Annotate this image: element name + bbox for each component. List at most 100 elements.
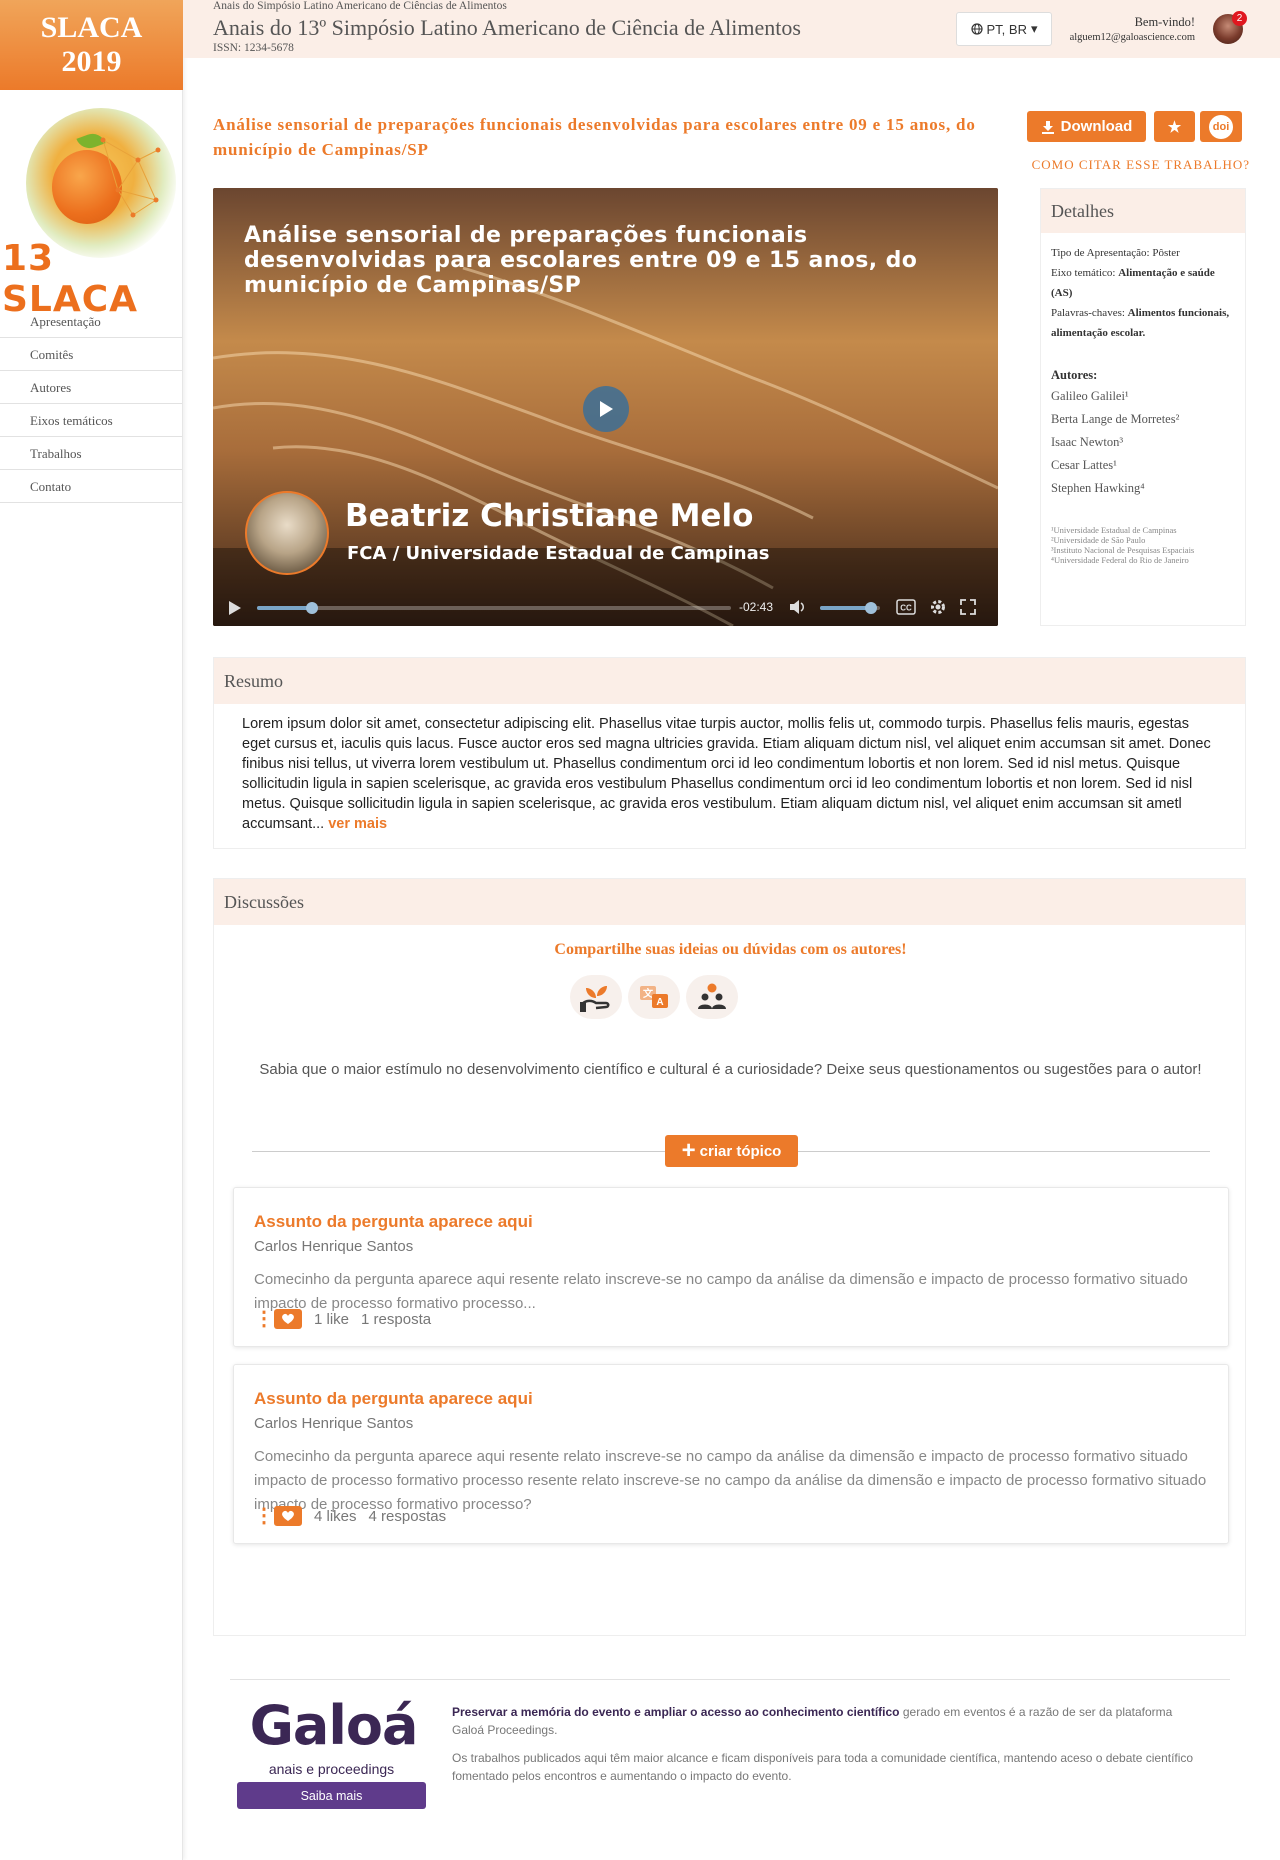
- footer-text: Preservar a memória do evento e ampliar …: [452, 1703, 1200, 1795]
- presenter-institution: FCA / Universidade Estadual de Campinas: [347, 543, 770, 564]
- heart-icon: [282, 1510, 294, 1521]
- translate-chat-icon: 文A: [628, 975, 680, 1019]
- topic-meta: ⋮ 4 likes 4 respostas: [254, 1506, 446, 1526]
- affiliation-item: ²Universidade de São Paulo: [1051, 535, 1146, 545]
- volume-handle[interactable]: [865, 602, 877, 614]
- favorite-button[interactable]: ★: [1154, 111, 1195, 142]
- author-item[interactable]: Cesar Lattes¹: [1051, 454, 1235, 477]
- affiliation-item: ⁴Universidade Federal do Rio de Janeiro: [1051, 555, 1189, 565]
- author-item[interactable]: Berta Lange de Morretes²: [1051, 408, 1235, 431]
- svg-text:A: A: [656, 997, 663, 1008]
- topic-subject[interactable]: Assunto da pergunta aparece aqui: [254, 1212, 533, 1232]
- sidebar-item-trabalhos[interactable]: Trabalhos: [0, 437, 182, 470]
- authors-label: Autores:: [1051, 368, 1098, 382]
- learn-more-button[interactable]: Saiba mais: [237, 1782, 426, 1809]
- volume-fill: [820, 606, 871, 610]
- discussions-intro: Sabia que o maior estímulo no desenvolvi…: [259, 1061, 1202, 1078]
- progress-handle[interactable]: [305, 602, 318, 614]
- author-item[interactable]: Stephen Hawking⁴: [1051, 477, 1235, 500]
- play-button[interactable]: [583, 386, 629, 432]
- download-button[interactable]: Download: [1027, 111, 1146, 142]
- cite-link[interactable]: COMO CITAR ESSE TRABALHO?: [1022, 157, 1250, 173]
- doi-button[interactable]: doi: [1200, 111, 1242, 142]
- user-email: alguem12@galoascience.com: [1069, 32, 1195, 43]
- sidebar-item-autores[interactable]: Autores: [0, 371, 182, 404]
- more-options-icon[interactable]: ⋮: [254, 1309, 274, 1329]
- presenter-photo: [245, 491, 329, 575]
- topic-subject[interactable]: Assunto da pergunta aparece aqui: [254, 1389, 533, 1409]
- discussions-prompt: Compartilhe suas ideias ou dúvidas com o…: [554, 941, 907, 958]
- sidebar: SLACA 2019 13 SLACA Apresentação Comitês…: [0, 0, 183, 1860]
- affiliations: ¹Universidade Estadual de Campinas ²Univ…: [1051, 525, 1235, 565]
- proceedings-title[interactable]: Anais do 13º Simpósio Latino Americano d…: [213, 15, 801, 41]
- affiliation-item: ¹Universidade Estadual de Campinas: [1051, 525, 1177, 535]
- create-topic-label: criar tópico: [699, 1142, 782, 1160]
- thematic-axis: Eixo temático: Alimentação e saúde (AS): [1051, 263, 1235, 303]
- abstract-text: Lorem ipsum dolor sit amet, consectetur …: [214, 704, 1245, 834]
- replies-count[interactable]: 4 respostas: [369, 1508, 447, 1525]
- play-icon[interactable]: [228, 600, 242, 616]
- gear-icon[interactable]: [929, 598, 947, 616]
- idea-plant-icon: [570, 975, 622, 1019]
- thematic-axis-label: Eixo temático:: [1051, 267, 1116, 279]
- like-button[interactable]: [274, 1506, 302, 1526]
- keywords: Palavras-chaves: Alimentos funcionais, a…: [1051, 303, 1235, 343]
- captions-icon[interactable]: CC: [896, 599, 916, 615]
- download-label: Download: [1060, 118, 1133, 135]
- progress-fill: [257, 606, 312, 610]
- presentation-type-label: Tipo de Apresentação:: [1051, 247, 1150, 259]
- topic-meta: ⋮ 1 like 1 resposta: [254, 1309, 431, 1329]
- video-player[interactable]: Análise sensorial de preparações funcion…: [213, 188, 998, 626]
- discussions-heading: Discussões: [214, 879, 1245, 925]
- galoa-brand: Galoá: [249, 1694, 419, 1757]
- welcome-text: Bem-vindo!: [1134, 15, 1195, 29]
- video-controls: -02:43 CC: [213, 588, 998, 626]
- topic-card[interactable]: Assunto da pergunta aparece aqui Carlos …: [233, 1187, 1229, 1347]
- galoa-subtitle: anais e proceedings: [268, 1761, 395, 1777]
- author-item[interactable]: Galileo Galilei¹: [1051, 385, 1235, 408]
- sidebar-item-comites[interactable]: Comitês: [0, 338, 182, 371]
- replies-count[interactable]: 1 resposta: [361, 1311, 431, 1328]
- user-greeting[interactable]: Bem-vindo! alguem12@galoascience.com: [1063, 14, 1195, 46]
- svg-text:CC: CC: [900, 604, 912, 613]
- sidebar-item-eixos[interactable]: Eixos temáticos: [0, 404, 182, 437]
- issn-text: ISSN: 1234-5678: [213, 42, 294, 54]
- volume-slider[interactable]: [820, 602, 880, 614]
- progress-bar[interactable]: [257, 602, 731, 614]
- details-panel: Detalhes Tipo de Apresentação: Pôster Ei…: [1040, 188, 1246, 626]
- event-brand[interactable]: SLACA 2019: [0, 0, 183, 90]
- language-label: PT, BR: [986, 21, 1027, 37]
- top-header: Anais do Simpósio Latino Americano de Ci…: [183, 0, 1280, 58]
- like-button[interactable]: [274, 1309, 302, 1329]
- read-more-link[interactable]: ver mais: [328, 816, 387, 832]
- brand-line-1: SLACA: [40, 11, 143, 44]
- heart-icon: [282, 1313, 294, 1324]
- keywords-label: Palavras-chaves:: [1051, 307, 1125, 319]
- video-title: Análise sensorial de preparações funcion…: [244, 223, 918, 298]
- network-icon: [100, 137, 161, 218]
- details-body: Tipo de Apresentação: Pôster Eixo temáti…: [1041, 233, 1245, 565]
- time-remaining: -02:43: [739, 600, 774, 614]
- notification-badge[interactable]: 2: [1232, 11, 1247, 26]
- galoa-logo: Galoá anais e proceedings Saiba mais: [237, 1694, 426, 1809]
- brand-line-2: 2019: [61, 45, 122, 78]
- discussions-section: Discussões Compartilhe suas ideias ou dú…: [213, 878, 1246, 1636]
- footer-highlight: Preservar a memória do evento e ampliar …: [452, 1705, 900, 1719]
- footer-paragraph-1: Preservar a memória do evento e ampliar …: [452, 1703, 1200, 1739]
- play-icon: [600, 401, 613, 417]
- footer-paragraph-2: Os trabalhos publicados aqui têm maior a…: [452, 1751, 1194, 1783]
- sidebar-item-contato[interactable]: Contato: [0, 470, 182, 503]
- language-selector[interactable]: PT, BR ▾: [956, 12, 1052, 46]
- doi-icon: doi: [1209, 114, 1233, 139]
- fullscreen-icon[interactable]: [960, 599, 976, 615]
- topic-card[interactable]: Assunto da pergunta aparece aqui Carlos …: [233, 1364, 1229, 1544]
- volume-icon[interactable]: [789, 599, 807, 615]
- caret-down-icon: ▾: [1030, 21, 1038, 36]
- likes-count: 4 likes: [314, 1507, 357, 1525]
- create-topic-button[interactable]: + criar tópico: [665, 1135, 798, 1167]
- star-icon: ★: [1167, 118, 1182, 136]
- work-title: Análise sensorial de preparações funcion…: [213, 115, 976, 159]
- people-icon: [686, 975, 738, 1019]
- author-item[interactable]: Isaac Newton³: [1051, 431, 1235, 454]
- more-options-icon[interactable]: ⋮: [254, 1506, 274, 1526]
